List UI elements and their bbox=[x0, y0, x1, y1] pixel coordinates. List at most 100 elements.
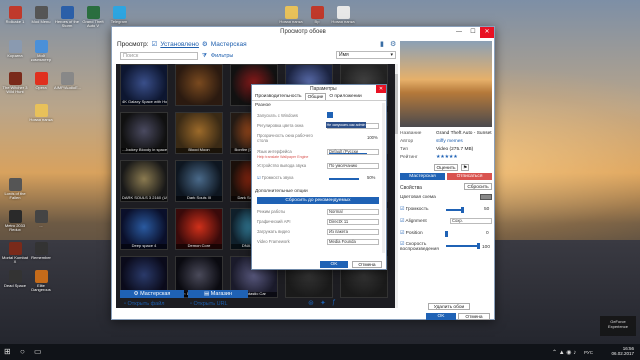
open-url-link[interactable]: ▫ Открыть URL bbox=[190, 301, 228, 307]
workshop-button[interactable]: ⚙ Мастерская bbox=[120, 290, 184, 298]
sort-select[interactable]: Имя ▾ bbox=[336, 51, 396, 59]
tray-icons[interactable]: ⌃ ▲ ◉ ♪ bbox=[552, 349, 576, 356]
alignment-select[interactable]: Сохр. bbox=[450, 218, 492, 224]
desktop-icon[interactable]: Корзина bbox=[2, 40, 28, 58]
cancel-button[interactable]: Отмена bbox=[458, 313, 490, 320]
dialog-volume-slider[interactable] bbox=[329, 178, 359, 180]
video-load-select[interactable]: Из пакета bbox=[327, 229, 379, 235]
dialog-cancel-button[interactable]: Отмена bbox=[352, 261, 382, 268]
clock[interactable]: 16:56 06.02.2017 bbox=[611, 346, 634, 357]
reset-recommended-button[interactable]: Сбросить до рекомендуемых bbox=[257, 197, 379, 204]
wallpaper-tile[interactable]: Demon Core bbox=[175, 208, 223, 250]
wallpaper-tile[interactable]: 4K Galaxy Space with Hope bbox=[120, 64, 168, 106]
audio-device-select[interactable]: По умолчанию bbox=[327, 163, 379, 169]
speed-slider-knob[interactable] bbox=[477, 243, 480, 249]
wallpaper-tile-caption: 4K Galaxy Space with Hope bbox=[121, 100, 167, 105]
filter-icon: ⧩ bbox=[202, 52, 207, 59]
desktop-icon[interactable]: Lords of the Fallen bbox=[2, 178, 28, 201]
desktop-icon[interactable]: The Witcher 3 Wild Hunt bbox=[2, 72, 28, 95]
desktop-icon[interactable]: AIMP/AudioE... bbox=[54, 72, 81, 90]
position-slider-knob[interactable] bbox=[445, 231, 448, 237]
desktop-icon[interactable]: Новая папка bbox=[278, 6, 304, 24]
steam-social-icon[interactable]: ⊛ bbox=[308, 299, 314, 307]
taskbar: ⊞ ○ ▭ ⌃ ▲ ◉ ♪ РУС 16:56 06.02.2017 bbox=[0, 344, 640, 360]
wallpaper-tile[interactable] bbox=[175, 64, 223, 106]
dialog-close-icon[interactable]: ✕ bbox=[376, 85, 386, 93]
desktop-icon[interactable]: Telegram bbox=[106, 6, 132, 24]
app-icon bbox=[310, 6, 324, 19]
flag-icon[interactable]: ⚑ bbox=[461, 164, 469, 171]
installed-tab[interactable]: Установлено bbox=[160, 41, 199, 48]
desktop-icon[interactable]: Новая папка bbox=[330, 6, 356, 24]
desktop-icon[interactable]: Вр bbox=[304, 6, 330, 24]
close-icon[interactable]: ✕ bbox=[480, 27, 494, 38]
language-indicator[interactable]: РУС bbox=[584, 350, 593, 355]
desktop-icon[interactable]: Grand Theft Auto V bbox=[80, 6, 106, 29]
video-framework-row: Video Framework Media Founda bbox=[257, 239, 379, 245]
desktop-icon[interactable]: Elite Dangerous bbox=[28, 270, 54, 293]
settings-gear-icon[interactable]: ⚙ bbox=[390, 40, 396, 48]
desktop-icon[interactable]: Remember bbox=[28, 242, 54, 260]
graphics-api-select[interactable]: DirectX 11 bbox=[327, 219, 379, 225]
app-icon bbox=[34, 104, 48, 117]
app-icon bbox=[34, 40, 48, 53]
facebook-icon[interactable]: ƒ bbox=[332, 299, 336, 306]
wallpaper-tile[interactable]: Dark Souls III bbox=[175, 160, 223, 202]
speed-slider[interactable] bbox=[446, 245, 478, 247]
tab-general[interactable]: Общие bbox=[304, 93, 327, 100]
window-titlebar[interactable]: Просмотр обоев — ☐ ✕ bbox=[112, 27, 494, 38]
ok-button[interactable]: OK bbox=[426, 313, 456, 320]
desktop-icon[interactable]: Mortal Kombat X bbox=[2, 242, 28, 265]
desktop-icon[interactable]: Rollcake 1 bbox=[2, 6, 28, 24]
store-button[interactable]: ▤ Магазин bbox=[188, 290, 248, 298]
volume-row: ☑ Громкость звука 50% bbox=[257, 175, 376, 180]
desktop-icon[interactable]: ... bbox=[28, 210, 54, 228]
minimize-icon[interactable]: — bbox=[452, 27, 466, 38]
misc-section-title: Разное bbox=[255, 103, 271, 108]
tab-performance[interactable]: Производительность bbox=[255, 93, 302, 100]
wallpaper-tile[interactable]: Deep space 4 bbox=[120, 208, 168, 250]
filters-link[interactable]: Фильтры bbox=[211, 53, 233, 59]
file-icon[interactable]: ▮ bbox=[380, 40, 384, 48]
search-input[interactable]: Поиск bbox=[120, 52, 198, 60]
workshop-page-button[interactable]: Мастерская bbox=[400, 173, 445, 180]
translate-help-link[interactable]: Help translate Wallpaper Engine bbox=[257, 155, 379, 159]
twitter-icon[interactable]: ✦ bbox=[320, 299, 326, 307]
color-swatch[interactable] bbox=[480, 194, 492, 200]
geforce-notification[interactable]: GeForce Experience bbox=[600, 316, 636, 336]
tab-about[interactable]: О приложении bbox=[329, 93, 361, 100]
start-windows-icon[interactable]: ⊞ bbox=[4, 347, 11, 356]
rate-button[interactable]: Оценить bbox=[434, 164, 458, 171]
reset-button[interactable]: Сбросить bbox=[464, 183, 492, 190]
graphics-api-row: Графический API DirectX 11 bbox=[257, 219, 379, 225]
wallpaper-tile[interactable]: ...Jockey Bloody in space [4K] bbox=[120, 112, 168, 154]
delete-wallpaper-button[interactable]: Удалить обои bbox=[428, 303, 470, 310]
unsubscribe-button[interactable]: Отписаться bbox=[447, 173, 492, 180]
mode-select[interactable]: Normal bbox=[327, 209, 379, 215]
startup-row: Запускать с Windows bbox=[257, 112, 379, 118]
desktop-icon[interactable]: Metro 2033 Redux bbox=[2, 210, 28, 233]
maximize-icon[interactable]: ☐ bbox=[466, 27, 480, 38]
open-file-link[interactable]: ▫ Открыть файл bbox=[124, 301, 164, 307]
desktop-icon[interactable]: Мой компьютер bbox=[28, 40, 54, 63]
desktop-icon-label: Remember bbox=[31, 255, 51, 260]
desktop-icon-label: Мой компьютер bbox=[30, 53, 52, 63]
dialog-scrollbar[interactable] bbox=[382, 103, 385, 253]
desktop-icon[interactable]: Opera bbox=[28, 72, 54, 90]
task-view-icon[interactable]: ▭ bbox=[34, 347, 42, 356]
video-framework-select[interactable]: Media Founda bbox=[327, 239, 379, 245]
workshop-tab[interactable]: Мастерская bbox=[211, 41, 247, 48]
dialog-titlebar[interactable]: Параметры ✕ bbox=[252, 85, 386, 93]
dialog-ok-button[interactable]: OK bbox=[320, 261, 348, 268]
wallpaper-tile[interactable]: Blood Moon bbox=[175, 112, 223, 154]
volume-slider-knob[interactable] bbox=[461, 207, 464, 213]
desktop-icon[interactable]: Mod Menu bbox=[28, 6, 54, 24]
search-icon[interactable]: ○ bbox=[20, 347, 25, 356]
desktop-icon[interactable]: Новая папка bbox=[28, 104, 54, 122]
desktop-icon[interactable]: Dead Space bbox=[2, 270, 28, 288]
wallpaper-tile[interactable]: DARK SOULS 3 2160 (ULTRA 1080P) bbox=[120, 160, 168, 202]
desktop-icon[interactable]: Heroes of the Storm bbox=[54, 6, 80, 29]
volume-slider[interactable] bbox=[446, 209, 462, 211]
startup-checkbox[interactable] bbox=[327, 112, 333, 118]
app-icon bbox=[34, 270, 48, 283]
